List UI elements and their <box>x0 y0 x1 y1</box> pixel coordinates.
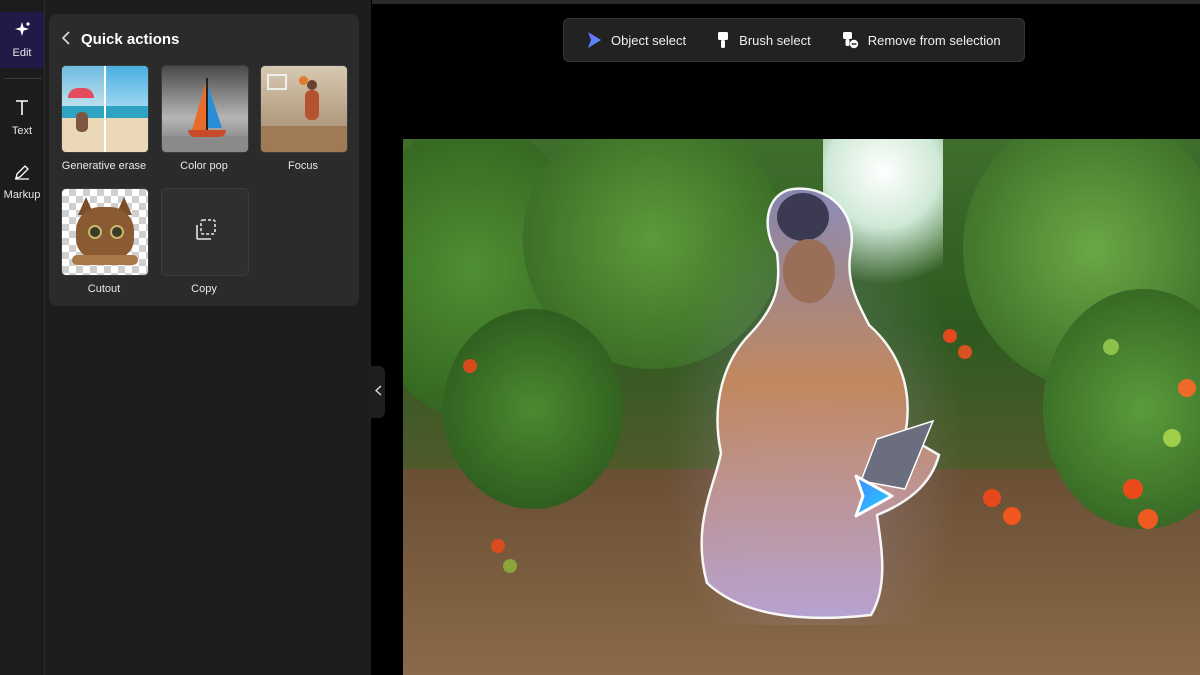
selection-toolbar: Object select Brush select Remove from s… <box>563 18 1025 62</box>
object-select-button[interactable]: Object select <box>586 31 686 49</box>
focus-thumbnail <box>260 65 348 153</box>
object-select-icon <box>586 31 602 49</box>
chevron-left-icon <box>61 30 71 48</box>
tile-label: Copy <box>191 283 217 295</box>
tile-focus[interactable]: Focus <box>260 65 348 172</box>
rail-item-edit[interactable]: Edit <box>0 12 44 68</box>
cutout-thumbnail <box>61 188 149 276</box>
side-panel: Quick actions Generative erase Color pop… <box>45 0 371 675</box>
rail-item-markup[interactable]: Markup <box>0 152 44 212</box>
rail-divider <box>4 78 42 79</box>
tile-label: Cutout <box>87 283 121 295</box>
tile-label: Focus <box>288 160 318 172</box>
copy-icon <box>192 217 218 248</box>
eraser-minus-icon <box>841 31 859 49</box>
color-pop-thumbnail <box>161 65 249 153</box>
generative-erase-thumbnail <box>61 65 149 153</box>
tile-color-pop[interactable]: Color pop <box>161 65 249 172</box>
brush-select-button[interactable]: Brush select <box>716 31 811 49</box>
copy-thumbnail <box>161 188 249 276</box>
quick-actions-title: Quick actions <box>81 30 180 48</box>
tile-cutout[interactable]: Cutout <box>61 188 149 295</box>
left-rail: Edit Text Markup <box>0 0 45 675</box>
collapse-panel-button[interactable] <box>371 366 385 418</box>
rail-item-label: Markup <box>3 189 41 201</box>
selected-subject <box>700 187 941 620</box>
quick-actions-card: Quick actions Generative erase Color pop… <box>49 14 359 306</box>
remove-from-selection-button[interactable]: Remove from selection <box>841 31 1001 49</box>
rail-item-label: Text <box>11 125 33 137</box>
brush-icon <box>716 31 730 49</box>
chevron-left-icon <box>374 385 382 399</box>
tile-generative-erase[interactable]: Generative erase <box>61 65 149 172</box>
tile-copy[interactable]: Copy <box>161 188 249 295</box>
object-select-cursor-icon <box>854 474 894 518</box>
tile-label: Color pop <box>180 160 228 172</box>
rail-item-label: Edit <box>12 47 32 59</box>
quick-actions-back[interactable]: Quick actions <box>61 30 179 48</box>
brush-select-label: Brush select <box>739 32 811 48</box>
sparkle-icon <box>13 21 31 43</box>
canvas-image[interactable] <box>403 139 1200 675</box>
text-icon <box>14 99 30 121</box>
object-select-label: Object select <box>611 32 687 48</box>
pen-icon <box>13 163 31 185</box>
rail-item-text[interactable]: Text <box>0 88 44 148</box>
top-divider <box>372 0 1200 4</box>
tile-label: Generative erase <box>61 160 147 172</box>
remove-from-selection-label: Remove from selection <box>867 32 1001 48</box>
